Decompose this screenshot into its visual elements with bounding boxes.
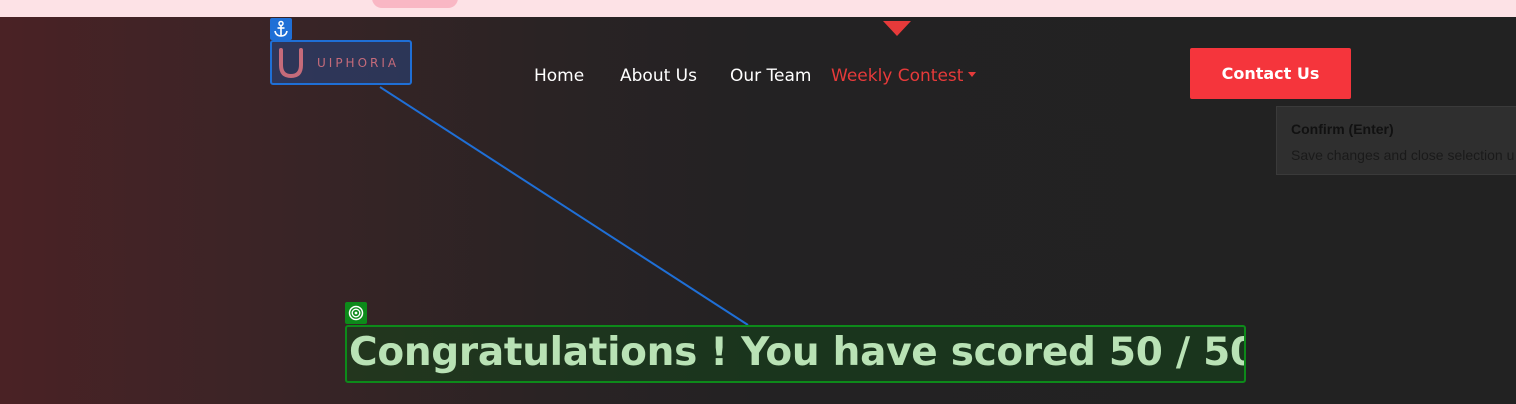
confirm-tooltip: Confirm (Enter) Save changes and close s… [1276, 106, 1516, 175]
logo-mark-icon [279, 48, 303, 78]
score-message: Congratulations ! You have scored 50 / 5… [349, 330, 1246, 375]
nav-about-us[interactable]: About Us [620, 66, 697, 90]
nav-weekly-contest-label: Weekly Contest [831, 66, 964, 86]
target-icon [345, 302, 367, 324]
score-message-box: Congratulations ! You have scored 50 / 5… [345, 325, 1246, 383]
anchor-icon [270, 18, 292, 40]
top-bar-pill [372, 0, 458, 8]
top-browser-bar [0, 0, 1516, 17]
caret-down-icon [968, 71, 977, 77]
contact-us-button[interactable]: Contact Us [1190, 48, 1351, 99]
tooltip-title: Confirm (Enter) [1291, 121, 1394, 137]
tooltip-description: Save changes and close selection u [1291, 147, 1515, 163]
site-logo[interactable]: UIPHORIA [270, 40, 412, 85]
nav-weekly-contest[interactable]: Weekly Contest [831, 66, 977, 90]
active-pointer-indicator [883, 21, 911, 36]
logo-text: UIPHORIA [317, 56, 400, 70]
nav-our-team[interactable]: Our Team [730, 66, 811, 90]
nav-home[interactable]: Home [534, 66, 584, 90]
